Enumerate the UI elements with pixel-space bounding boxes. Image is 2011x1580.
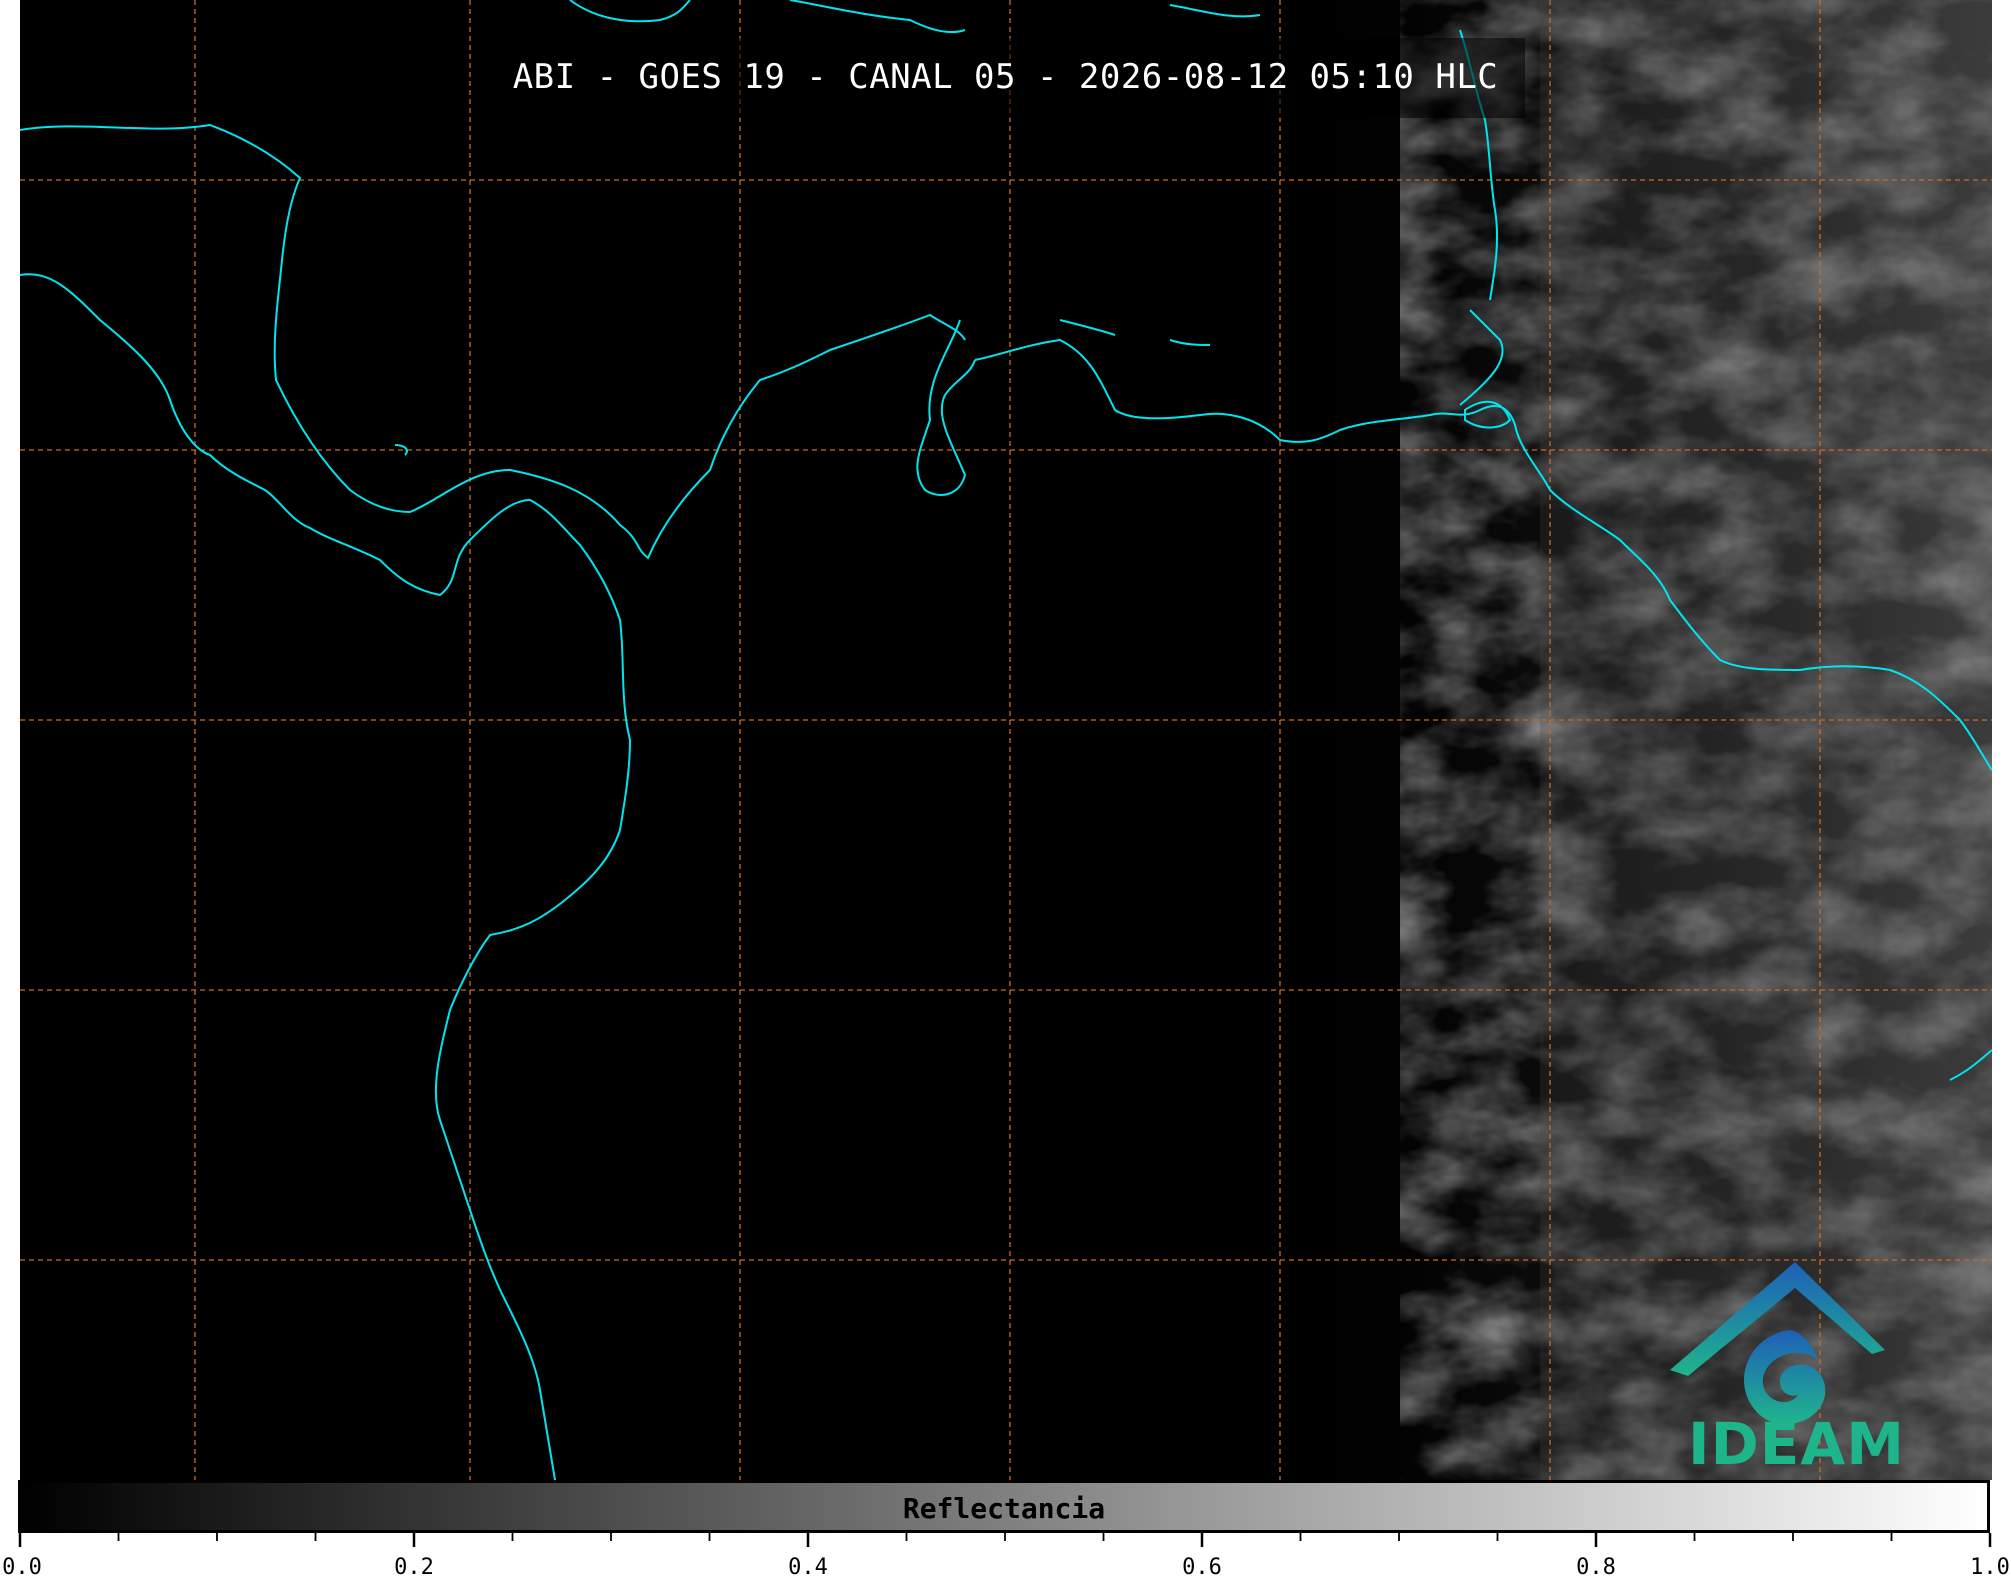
- island-cuba: [569, 0, 691, 23]
- island-abc: [1059, 319, 1211, 346]
- coastline-central-america: [20, 123, 966, 560]
- ideam-logo-text: IDEAM: [1688, 1410, 1905, 1478]
- colorbar-tick-label: 0.0: [2, 1555, 42, 1580]
- colorbar-tick-label: 0.4: [788, 1555, 828, 1580]
- colorbar-tick-label: 1.0: [1970, 1555, 2010, 1580]
- map-title: ABI - GOES 19 - CANAL 05 - 2026-08-12 05…: [512, 57, 1499, 97]
- coastline-guajira: [916, 319, 976, 496]
- coastline-pacific: [20, 273, 632, 1480]
- colorbar-tick-label: 0.6: [1182, 1555, 1222, 1580]
- colorbar-tick-label: 0.8: [1576, 1555, 1616, 1580]
- island-hispaniola: [789, 0, 966, 33]
- colorbar-label: Reflectancia: [902, 1492, 1106, 1525]
- colorbar-ticks: [18, 1533, 1992, 1547]
- island-puerto-rico: [1169, 4, 1261, 18]
- colorbar-tick-label: 0.2: [394, 1555, 434, 1580]
